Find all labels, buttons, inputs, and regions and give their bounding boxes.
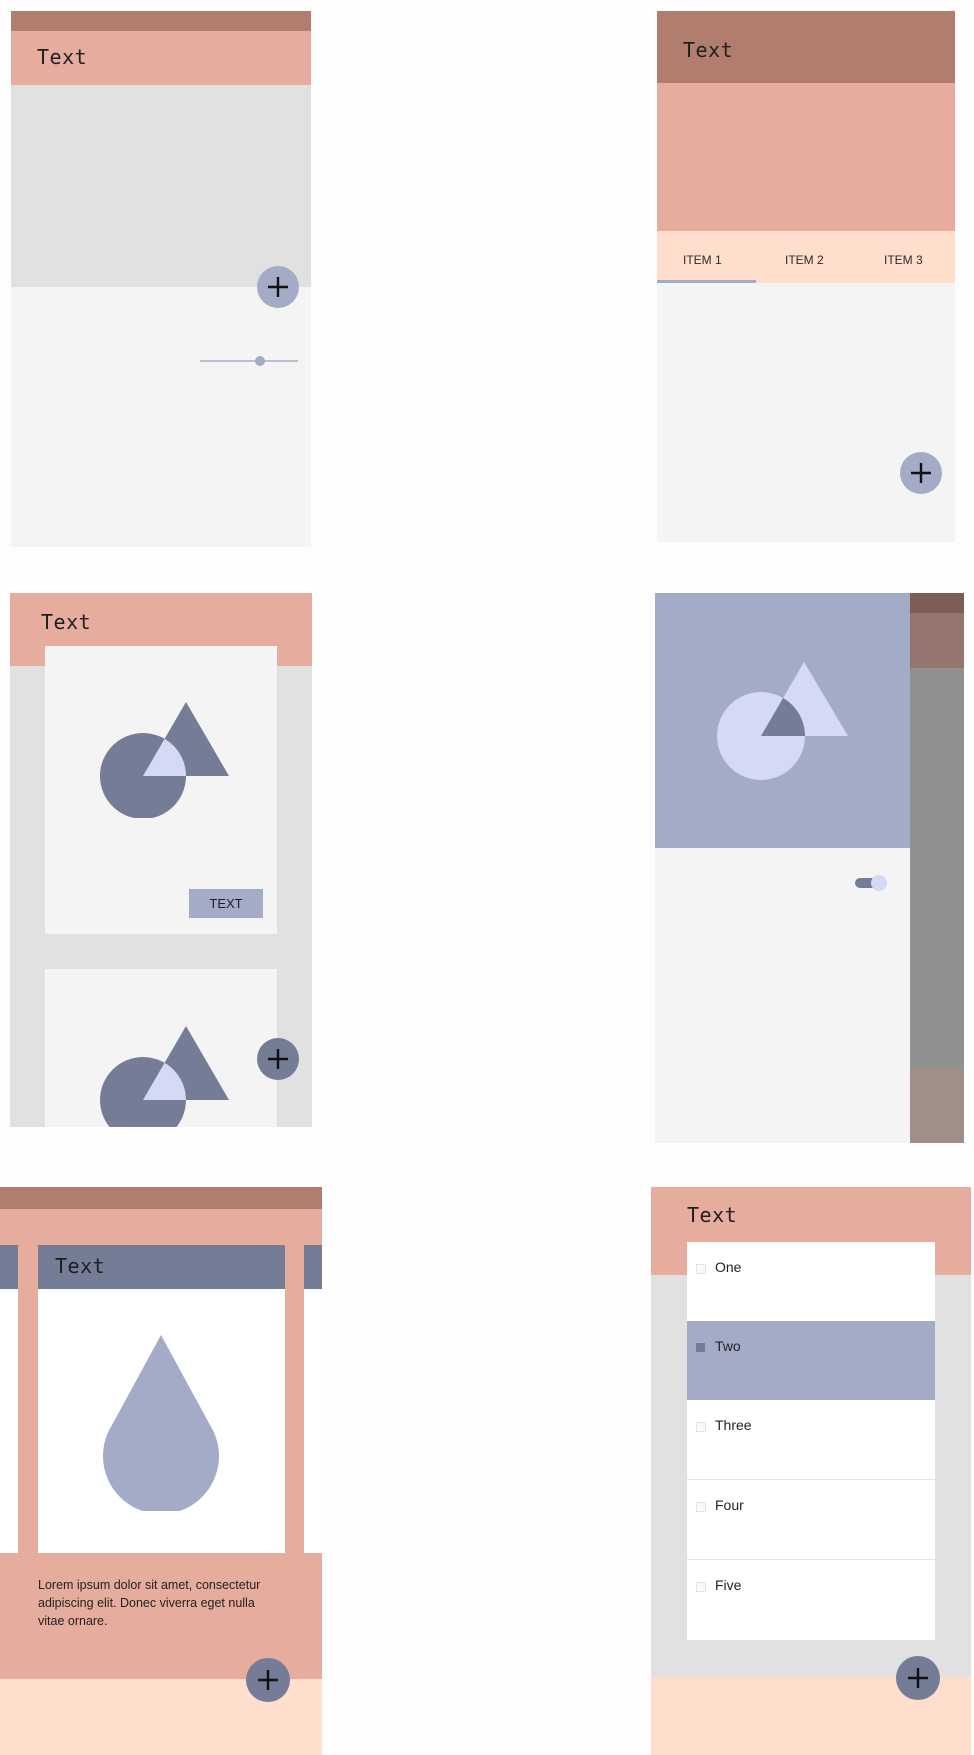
checkbox[interactable] <box>696 1264 706 1274</box>
plus-icon <box>258 1670 278 1690</box>
list-item-label: Five <box>715 1577 742 1593</box>
list-item[interactable]: Four <box>687 1480 935 1559</box>
body-text-line: adipiscing elit. Donec viverra eget null… <box>38 1596 255 1610</box>
list-item-label: Three <box>715 1417 752 1433</box>
tab-indicator <box>657 280 756 283</box>
app-bar-title: Text <box>683 38 734 62</box>
screen-3: Text TEXT <box>10 593 312 1127</box>
plus-icon <box>268 277 288 297</box>
checkbox-list: One Two Three Four Five <box>687 1242 935 1640</box>
app-bar-title: Text <box>37 45 88 69</box>
screen-2: Text ITEM 1 ITEM 2 ITEM 3 <box>657 11 955 542</box>
carousel-card-prev[interactable] <box>0 1245 18 1553</box>
tab-item-1[interactable]: ITEM 1 <box>657 231 756 283</box>
shapes-illustration <box>100 702 229 818</box>
slider[interactable] <box>200 354 298 368</box>
drop-icon <box>103 1335 219 1511</box>
status-bar <box>11 11 311 31</box>
app-bar-title: Text <box>687 1203 738 1227</box>
card-header <box>0 1245 18 1289</box>
slider-track <box>200 360 298 362</box>
body-text-line: Lorem ipsum dolor sit amet, consectetur <box>38 1578 261 1592</box>
header-image <box>655 593 910 848</box>
body-text: Lorem ipsum dolor sit amet, consectetur … <box>38 1576 298 1630</box>
list-item[interactable]: Three <box>687 1400 935 1479</box>
scrim[interactable] <box>910 593 964 1143</box>
shapes-illustration <box>717 662 848 780</box>
add-fab[interactable] <box>900 452 942 494</box>
header-image-placeholder <box>11 85 311 287</box>
tab-bar: ITEM 1 ITEM 2 ITEM 3 <box>657 231 955 283</box>
tab-label: ITEM 1 <box>683 253 722 267</box>
add-fab[interactable] <box>257 1038 299 1080</box>
carousel-card-next[interactable] <box>304 1245 322 1553</box>
screen-1: Text <box>11 11 311 547</box>
add-fab[interactable] <box>257 266 299 308</box>
card[interactable] <box>45 969 277 1127</box>
card-header <box>304 1245 322 1289</box>
tab-label: ITEM 2 <box>785 253 824 267</box>
card-button-label: TEXT <box>209 896 243 911</box>
tab-item-3[interactable]: ITEM 3 <box>856 231 955 283</box>
app-bar-title: Text <box>41 610 92 634</box>
plus-icon <box>908 1668 928 1688</box>
slider-thumb[interactable] <box>255 356 265 366</box>
add-fab[interactable] <box>896 1656 940 1700</box>
tab-label: ITEM 3 <box>884 253 923 267</box>
app-bar: Text <box>657 11 955 83</box>
plus-icon <box>268 1049 288 1069</box>
checkbox[interactable] <box>696 1343 705 1352</box>
card-text-button[interactable]: TEXT <box>189 889 263 918</box>
carousel-card[interactable]: Text <box>38 1245 285 1553</box>
plus-icon <box>911 463 931 483</box>
app-bar: Text <box>11 31 311 85</box>
list-item[interactable]: One <box>687 1242 935 1321</box>
checkbox[interactable] <box>696 1422 706 1432</box>
card[interactable]: TEXT <box>45 646 277 934</box>
tab-item-2[interactable]: ITEM 2 <box>756 231 856 283</box>
list-item-label: One <box>715 1259 742 1275</box>
screen-5: Text Lorem ipsum dolor sit amet, consect… <box>0 1187 322 1755</box>
shapes-illustration <box>100 1026 229 1127</box>
scrim-app-bar <box>910 613 964 668</box>
screen-6: Text One Two Three Four Five <box>651 1187 971 1755</box>
list-item[interactable]: Five <box>687 1560 935 1639</box>
body-text-line: vitae ornare. <box>38 1614 108 1628</box>
status-bar <box>0 1187 322 1209</box>
header-image-placeholder <box>657 83 955 231</box>
list-item[interactable]: Two <box>687 1321 935 1400</box>
checkbox[interactable] <box>696 1502 706 1512</box>
card-title: Text <box>55 1254 106 1278</box>
checkbox[interactable] <box>696 1582 706 1592</box>
list-item-label: Four <box>715 1497 744 1513</box>
scrim-status-bar <box>910 593 964 613</box>
scrim-bottom <box>910 1067 964 1143</box>
switch[interactable] <box>855 875 887 891</box>
switch-thumb <box>871 875 887 891</box>
card-header: Text <box>38 1245 285 1289</box>
screen-4 <box>655 593 964 1143</box>
add-fab[interactable] <box>246 1658 290 1702</box>
list-item-label: Two <box>715 1338 741 1354</box>
